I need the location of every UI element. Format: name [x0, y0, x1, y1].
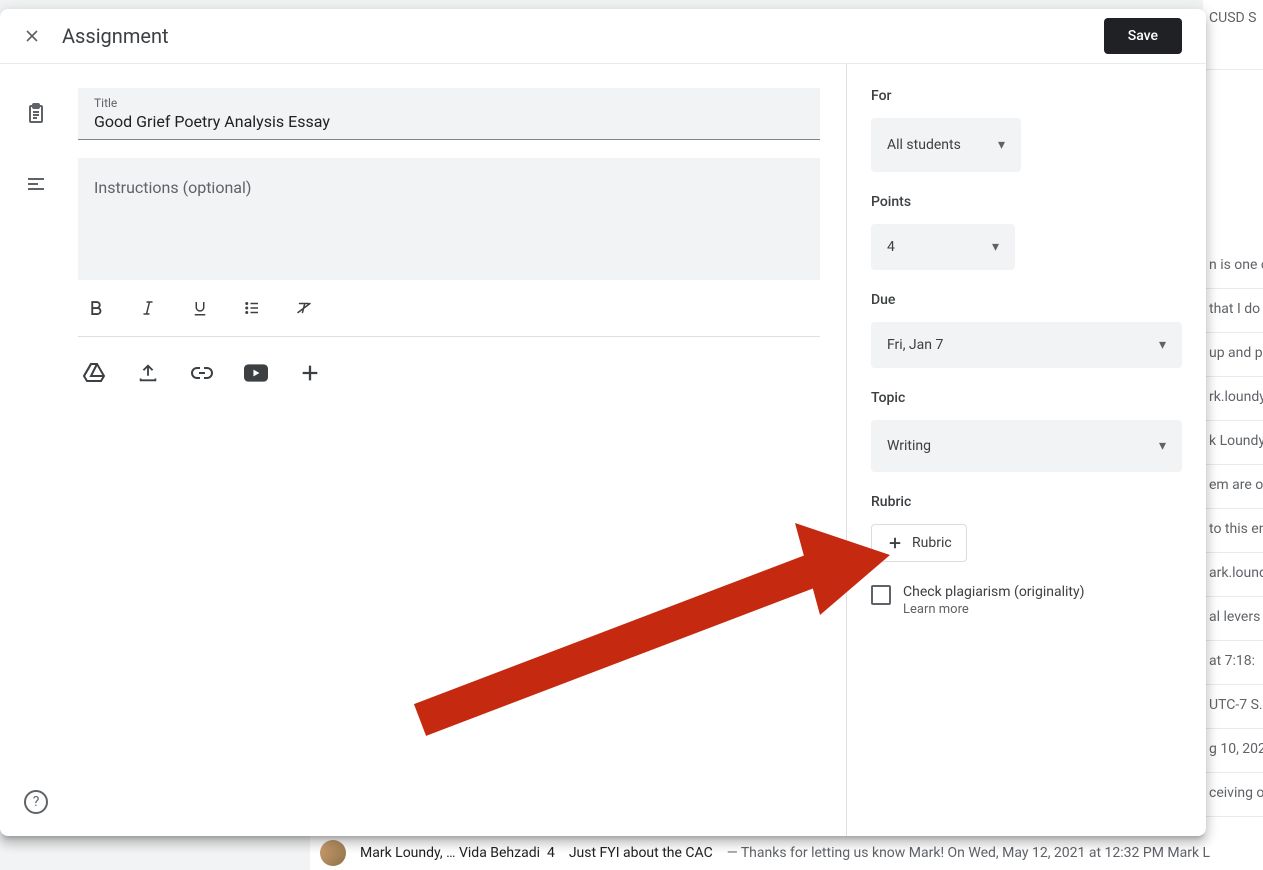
bulleted-list-button[interactable] — [234, 290, 270, 326]
clear-formatting-button[interactable] — [286, 290, 322, 326]
due-dropdown[interactable]: Fri, Jan 7 ▾ — [871, 322, 1182, 368]
title-input[interactable] — [94, 110, 804, 133]
left-column: Title Instructions (optional) — [0, 64, 846, 836]
background-row: rk.loundy — [1203, 377, 1263, 421]
points-label: Points — [871, 194, 1182, 210]
link-button[interactable] — [190, 361, 214, 385]
background-row: ceiving o — [1203, 773, 1263, 817]
help-button[interactable]: ? — [24, 790, 48, 814]
caret-down-icon: ▾ — [998, 137, 1005, 153]
for-value: All students — [887, 137, 961, 153]
learn-more-link[interactable]: Learn more — [903, 602, 1084, 617]
plagiarism-checkbox[interactable] — [871, 585, 891, 605]
for-dropdown[interactable]: All students ▾ — [871, 118, 1021, 172]
save-button[interactable]: Save — [1104, 18, 1182, 54]
attachment-toolbar — [78, 361, 820, 385]
upload-icon — [137, 362, 159, 384]
topic-dropdown[interactable]: Writing ▾ — [871, 420, 1182, 472]
italic-icon — [139, 299, 157, 317]
rubric-button[interactable]: Rubric — [871, 524, 967, 562]
background-row: UTC-7 S. — [1203, 685, 1263, 729]
background-row: k Loundy — [1203, 421, 1263, 465]
for-label: For — [871, 88, 1182, 104]
close-button[interactable] — [20, 24, 44, 48]
youtube-icon — [244, 363, 268, 383]
format-toolbar — [78, 280, 820, 337]
clear-format-icon — [295, 299, 313, 317]
caret-down-icon: ▾ — [1159, 337, 1166, 353]
title-label: Title — [94, 96, 804, 110]
plus-icon — [299, 362, 321, 384]
email-subject: Just FYI about the CAC — [569, 845, 713, 861]
topic-value: Writing — [887, 438, 931, 454]
underline-icon — [191, 299, 209, 317]
instructions-placeholder: Instructions (optional) — [94, 176, 804, 199]
background-row: al levers — [1203, 597, 1263, 641]
email-sender: Mark Loundy, … Vida Behzadi 4 — [360, 845, 555, 861]
link-icon — [190, 361, 214, 385]
assignment-dialog: Assignment Save Title Instructi — [0, 9, 1206, 836]
create-button[interactable] — [298, 361, 322, 385]
due-value: Fri, Jan 7 — [887, 337, 943, 353]
background-row: em are o — [1203, 465, 1263, 509]
rubric-button-label: Rubric — [912, 535, 952, 551]
caret-down-icon: ▾ — [992, 239, 999, 255]
drive-icon — [82, 361, 106, 385]
background-row: at 7:18: — [1203, 641, 1263, 685]
help-icon: ? — [33, 794, 40, 810]
points-value: 4 — [887, 239, 895, 255]
background-row: n is one o — [1203, 245, 1263, 289]
background-partial-panel: CUSD S n is one o that I do up and po rk… — [1203, 0, 1263, 870]
italic-button[interactable] — [130, 290, 166, 326]
background-row: ark.lound — [1203, 553, 1263, 597]
text-icon — [24, 172, 48, 196]
background-header: CUSD S — [1203, 0, 1263, 70]
list-icon — [243, 299, 261, 317]
bold-button[interactable] — [78, 290, 114, 326]
dialog-title: Assignment — [62, 24, 169, 48]
plus-icon — [886, 534, 904, 552]
caret-down-icon: ▾ — [1159, 438, 1166, 454]
due-label: Due — [871, 292, 1182, 308]
clipboard-icon — [24, 102, 48, 126]
drive-button[interactable] — [82, 361, 106, 385]
avatar — [320, 840, 346, 866]
dialog-header: Assignment Save — [0, 9, 1206, 64]
email-preview: — Thanks for letting us know Mark! On We… — [727, 845, 1210, 861]
plagiarism-label: Check plagiarism (originality) — [903, 584, 1084, 600]
title-field-container: Title — [78, 88, 820, 140]
background-row: that I do — [1203, 289, 1263, 333]
background-row: up and po — [1203, 333, 1263, 377]
close-icon — [22, 26, 42, 46]
points-dropdown[interactable]: 4 ▾ — [871, 224, 1015, 270]
background-row: g 10, 202 — [1203, 729, 1263, 773]
bold-icon — [87, 299, 105, 317]
right-sidebar: For All students ▾ Points 4 ▾ Due — [846, 64, 1206, 836]
instructions-field-container[interactable]: Instructions (optional) — [78, 158, 820, 280]
background-row: to this en — [1203, 509, 1263, 553]
youtube-button[interactable] — [244, 361, 268, 385]
underline-button[interactable] — [182, 290, 218, 326]
background-email-row: Mark Loundy, … Vida Behzadi 4 Just FYI a… — [310, 836, 1263, 870]
topic-label: Topic — [871, 390, 1182, 406]
upload-button[interactable] — [136, 361, 160, 385]
rubric-label: Rubric — [871, 494, 1182, 510]
